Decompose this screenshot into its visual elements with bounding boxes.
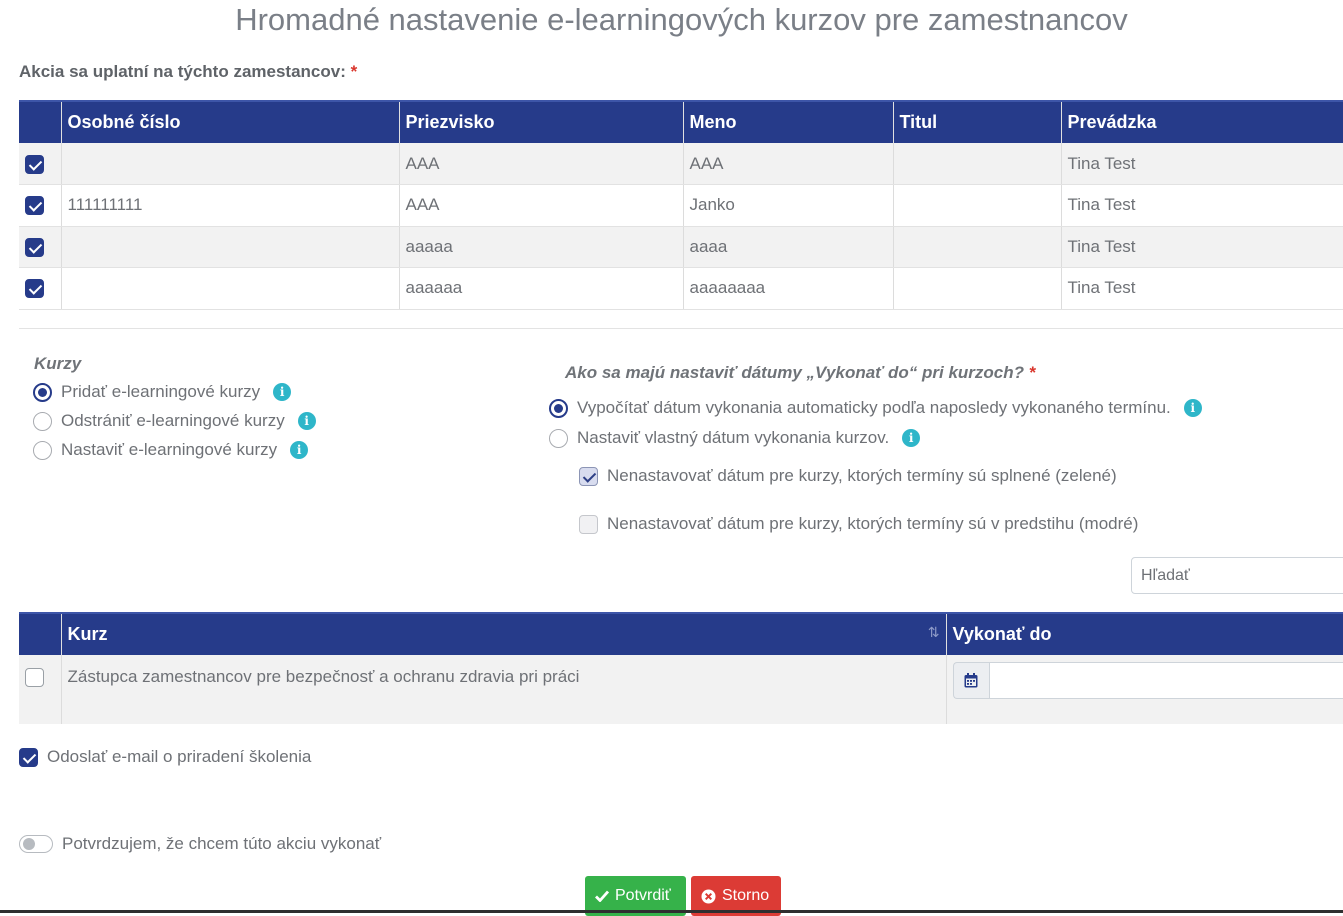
sort-icon[interactable]: ⇅ <box>928 624 940 641</box>
option-label: Nenastavovať dátum pre kurzy, ktorých te… <box>607 466 1117 486</box>
radio-add-courses[interactable] <box>33 383 52 402</box>
radio-set-courses[interactable] <box>33 441 52 460</box>
col-due-date[interactable]: Vykonať do <box>946 613 1343 655</box>
cell-name: aaaaaaaa <box>683 268 893 310</box>
employees-label: Akcia sa uplatní na týchto zamestancov: … <box>19 62 357 82</box>
col-title[interactable]: Titul <box>893 101 1061 143</box>
checkbox-skip-advance[interactable] <box>579 515 598 534</box>
cell-surname: AAA <box>399 185 683 227</box>
send-email-checkbox[interactable] <box>19 748 38 767</box>
radio-remove-courses[interactable] <box>33 412 52 431</box>
option-set-courses[interactable]: Nastaviť e-learningové kurzy i <box>33 440 308 460</box>
cell-name: AAA <box>683 143 893 185</box>
radio-auto-date[interactable] <box>549 399 568 418</box>
info-icon[interactable]: i <box>902 429 920 447</box>
option-remove-courses[interactable]: Odstrániť e-learningové kurzy i <box>33 411 316 431</box>
cell-due-date <box>946 655 1343 724</box>
cell-surname: aaaaaa <box>399 268 683 310</box>
employees-header-row: Osobné číslo Priezvisko Meno Titul Prevá… <box>19 101 1343 143</box>
col-select <box>19 613 61 655</box>
calendar-icon[interactable] <box>953 662 989 699</box>
check-icon <box>595 890 609 902</box>
option-label: Nenastavovať dátum pre kurzy, ktorých te… <box>607 514 1138 534</box>
option-label: Vypočítať dátum vykonania automaticky po… <box>577 398 1171 418</box>
cell-surname: AAA <box>399 143 683 185</box>
courses-header-row: Kurz ⇅ Vykonať do <box>19 613 1343 655</box>
table-row: AAA AAA Tina Test <box>19 143 1343 185</box>
employees-table: Osobné číslo Priezvisko Meno Titul Prevá… <box>19 100 1343 310</box>
cell-personal-number <box>61 268 399 310</box>
checkbox-skip-completed[interactable] <box>579 467 598 486</box>
cell-course: Zástupca zamestnancov pre bezpečnosť a o… <box>61 655 946 724</box>
confirm-label: Potvrdzujem, že chcem túto akciu vykonať <box>62 834 381 854</box>
option-auto-date[interactable]: Vypočítať dátum vykonania automaticky po… <box>549 398 1202 418</box>
col-name[interactable]: Meno <box>683 101 893 143</box>
cancel-button-label: Storno <box>722 887 769 905</box>
table-row: aaaaa aaaa Tina Test <box>19 226 1343 268</box>
send-email-label: Odoslať e-mail o priradení školenia <box>47 747 311 767</box>
page-title: Hromadné nastavenie e-learningových kurz… <box>0 2 1343 38</box>
info-icon[interactable]: i <box>273 383 291 401</box>
col-course[interactable]: Kurz ⇅ <box>61 613 946 655</box>
send-email-option[interactable]: Odoslať e-mail o priradení školenia <box>19 747 311 767</box>
info-icon[interactable]: i <box>1184 399 1202 417</box>
cell-personal-number: 111111111 <box>61 185 399 227</box>
dates-heading: Ako sa majú nastaviť dátumy „Vykonať do“… <box>565 363 1035 383</box>
confirm-button-label: Potvrdiť <box>615 887 671 905</box>
col-unit[interactable]: Prevádzka <box>1061 101 1343 143</box>
cell-unit: Tina Test <box>1061 268 1343 310</box>
info-icon[interactable]: i <box>290 441 308 459</box>
option-label: Nastaviť e-learningové kurzy <box>61 440 277 460</box>
divider <box>19 328 1343 329</box>
option-label: Nastaviť vlastný dátum vykonania kurzov. <box>577 428 889 448</box>
option-skip-advance[interactable]: Nenastavovať dátum pre kurzy, ktorých te… <box>579 514 1138 534</box>
col-select <box>19 101 61 143</box>
row-checkbox[interactable] <box>25 279 44 298</box>
cell-title <box>893 143 1061 185</box>
row-checkbox[interactable] <box>25 238 44 257</box>
col-personal-number[interactable]: Osobné číslo <box>61 101 399 143</box>
cell-title <box>893 185 1061 227</box>
row-checkbox[interactable] <box>25 196 44 215</box>
cell-name: Janko <box>683 185 893 227</box>
row-checkbox[interactable] <box>25 668 44 687</box>
option-custom-date[interactable]: Nastaviť vlastný dátum vykonania kurzov.… <box>549 428 920 448</box>
table-row: aaaaaa aaaaaaaa Tina Test <box>19 268 1343 310</box>
cell-personal-number <box>61 143 399 185</box>
col-surname[interactable]: Priezvisko <box>399 101 683 143</box>
info-icon[interactable]: i <box>298 412 316 430</box>
cell-title <box>893 268 1061 310</box>
due-date-input[interactable] <box>989 662 1343 699</box>
close-circle-icon <box>701 889 716 904</box>
cell-surname: aaaaa <box>399 226 683 268</box>
cell-personal-number <box>61 226 399 268</box>
search-input[interactable] <box>1131 557 1343 594</box>
table-row: Zástupca zamestnancov pre bezpečnosť a o… <box>19 655 1343 724</box>
confirm-option[interactable]: Potvrdzujem, že chcem túto akciu vykonať <box>19 834 381 854</box>
cell-title <box>893 226 1061 268</box>
radio-custom-date[interactable] <box>549 429 568 448</box>
option-skip-completed[interactable]: Nenastavovať dátum pre kurzy, ktorých te… <box>579 466 1117 486</box>
option-label: Odstrániť e-learningové kurzy <box>61 411 285 431</box>
confirm-toggle[interactable] <box>19 835 53 853</box>
cell-unit: Tina Test <box>1061 143 1343 185</box>
option-label: Pridať e-learningové kurzy <box>61 382 260 402</box>
courses-heading: Kurzy <box>34 354 81 374</box>
table-row: 111111111 AAA Janko Tina Test <box>19 185 1343 227</box>
cell-name: aaaa <box>683 226 893 268</box>
option-add-courses[interactable]: Pridať e-learningové kurzy i <box>33 382 291 402</box>
courses-table: Kurz ⇅ Vykonať do Zástupca zamestnancov … <box>19 612 1343 724</box>
cell-unit: Tina Test <box>1061 185 1343 227</box>
cell-unit: Tina Test <box>1061 226 1343 268</box>
row-checkbox[interactable] <box>25 155 44 174</box>
